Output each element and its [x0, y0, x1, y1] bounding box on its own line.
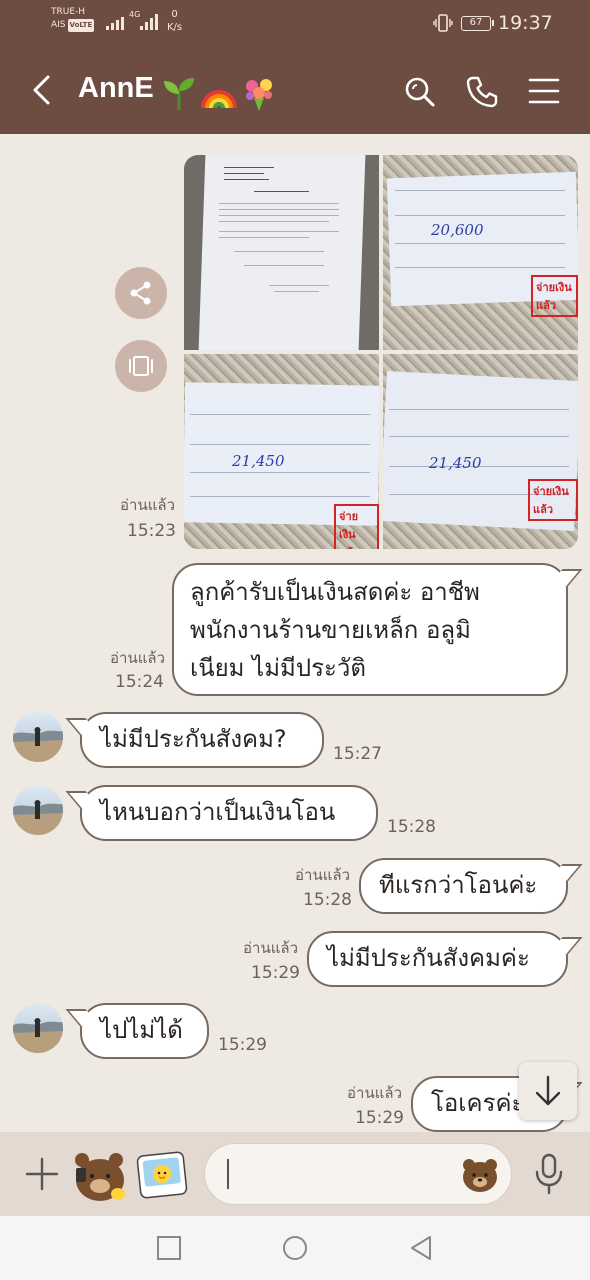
message-bubble[interactable]: ลูกค้ารับเป็นเงินสดค่ะ อาชีพ พนักงานร้าน…: [172, 563, 568, 696]
share-button[interactable]: [115, 267, 167, 319]
message-bubble[interactable]: ทีแรกว่าโอนค่ะ: [359, 858, 568, 914]
message-time: 15:29: [355, 1108, 404, 1128]
chat-area[interactable]: 20,600 จ่ายเงินแล้ว 21,450 จ่ายเงินแล้ว …: [0, 134, 590, 1132]
read-receipt: อ่านแล้ว: [120, 496, 175, 514]
bouquet-icon: [246, 79, 272, 111]
message-time: 15:24: [115, 672, 164, 692]
message-bubble[interactable]: ไปไม่ได้: [80, 1003, 209, 1059]
text-caret: [227, 1159, 229, 1189]
signal-icon-2: [140, 12, 158, 30]
share-icon: [130, 281, 151, 305]
album-icon: [129, 356, 153, 376]
microphone-icon[interactable]: [532, 1152, 566, 1196]
phone-icon[interactable]: [464, 74, 500, 110]
contact-name[interactable]: AnnE: [78, 72, 154, 105]
network-type: 4G: [129, 10, 141, 19]
avatar[interactable]: [13, 712, 63, 762]
read-receipt: อ่านแล้ว: [110, 649, 165, 667]
carrier-bottom: AIS: [51, 20, 66, 30]
avatar-photo: [13, 800, 63, 835]
avatar-photo: [13, 727, 63, 762]
receipt-amount-3: 21,450: [429, 454, 482, 472]
photo-receipt-3[interactable]: 21,450 จ่ายเงินแล้ว: [383, 354, 578, 549]
plus-icon[interactable]: [24, 1156, 60, 1192]
scroll-to-bottom-button[interactable]: [519, 1062, 577, 1120]
carrier-top: TRUE-H: [51, 7, 86, 17]
battery-icon: 67: [461, 16, 494, 31]
vibrate-icon: [433, 14, 453, 32]
status-bar: TRUE-H AIS VoLTE 4G 0 K/s 67 19:37: [0, 0, 590, 46]
back-arrow-icon[interactable]: [28, 72, 58, 108]
receipt-amount-1: 20,600: [431, 221, 484, 239]
message-bubble[interactable]: ไหนบอกว่าเป็นเงินโอน: [80, 785, 378, 841]
avatar[interactable]: [13, 785, 63, 835]
photo-grid[interactable]: 20,600 จ่ายเงินแล้ว 21,450 จ่ายเงินแล้ว …: [184, 155, 578, 549]
recents-icon[interactable]: [155, 1234, 183, 1262]
rainbow-icon: [201, 90, 237, 109]
read-receipt: อ่านแล้ว: [347, 1084, 402, 1102]
read-receipt: อ่านแล้ว: [243, 939, 298, 957]
message-time: 15:28: [303, 890, 352, 910]
paid-stamp-1: จ่ายเงินแล้ว: [531, 275, 578, 317]
message-time: 15:29: [251, 963, 300, 983]
paid-stamp-2: จ่ายเงินแล้ว: [334, 504, 379, 549]
receipt-amount-2: 21,450: [232, 452, 285, 470]
home-icon[interactable]: [281, 1234, 309, 1262]
system-nav-bar: [0, 1216, 590, 1280]
message-bubble[interactable]: ไม่มีประกันสังคมค่ะ: [307, 931, 568, 987]
seedling-icon: [164, 78, 194, 110]
search-icon[interactable]: [402, 74, 438, 110]
photo-document[interactable]: [184, 155, 379, 350]
sticker-icon[interactable]: [70, 1146, 128, 1204]
avatar[interactable]: [13, 1003, 63, 1053]
clock: 19:37: [498, 12, 553, 34]
photo-receipt-1[interactable]: 20,600 จ่ายเงินแล้ว: [383, 155, 578, 350]
message-time: 15:27: [333, 744, 382, 764]
read-receipt: อ่านแล้ว: [295, 866, 350, 884]
message-time: 15:23: [127, 521, 176, 541]
chat-header: AnnE: [0, 46, 590, 134]
signal-icon: [106, 12, 124, 30]
photo-receipt-2[interactable]: 21,450 จ่ายเงินแล้ว: [184, 354, 379, 549]
avatar-photo: [13, 1018, 63, 1053]
message-time: 15:28: [387, 817, 436, 837]
paid-stamp-3: จ่ายเงินแล้ว: [528, 479, 578, 521]
emoji-bear-icon[interactable]: [461, 1156, 499, 1194]
album-button[interactable]: [115, 340, 167, 392]
photo-sticker-icon[interactable]: [135, 1148, 189, 1202]
message-input-bar: [0, 1132, 590, 1216]
back-icon[interactable]: [407, 1234, 435, 1262]
network-speed: 0 K/s: [167, 9, 183, 33]
message-bubble[interactable]: ไม่มีประกันสังคม?: [80, 712, 324, 768]
volte-badge: VoLTE: [67, 19, 95, 32]
menu-icon[interactable]: [528, 76, 560, 106]
message-time: 15:29: [218, 1035, 267, 1055]
message-input[interactable]: [204, 1143, 512, 1205]
carrier-info: TRUE-H AIS VoLTE: [51, 6, 95, 32]
arrow-down-icon: [535, 1075, 561, 1106]
